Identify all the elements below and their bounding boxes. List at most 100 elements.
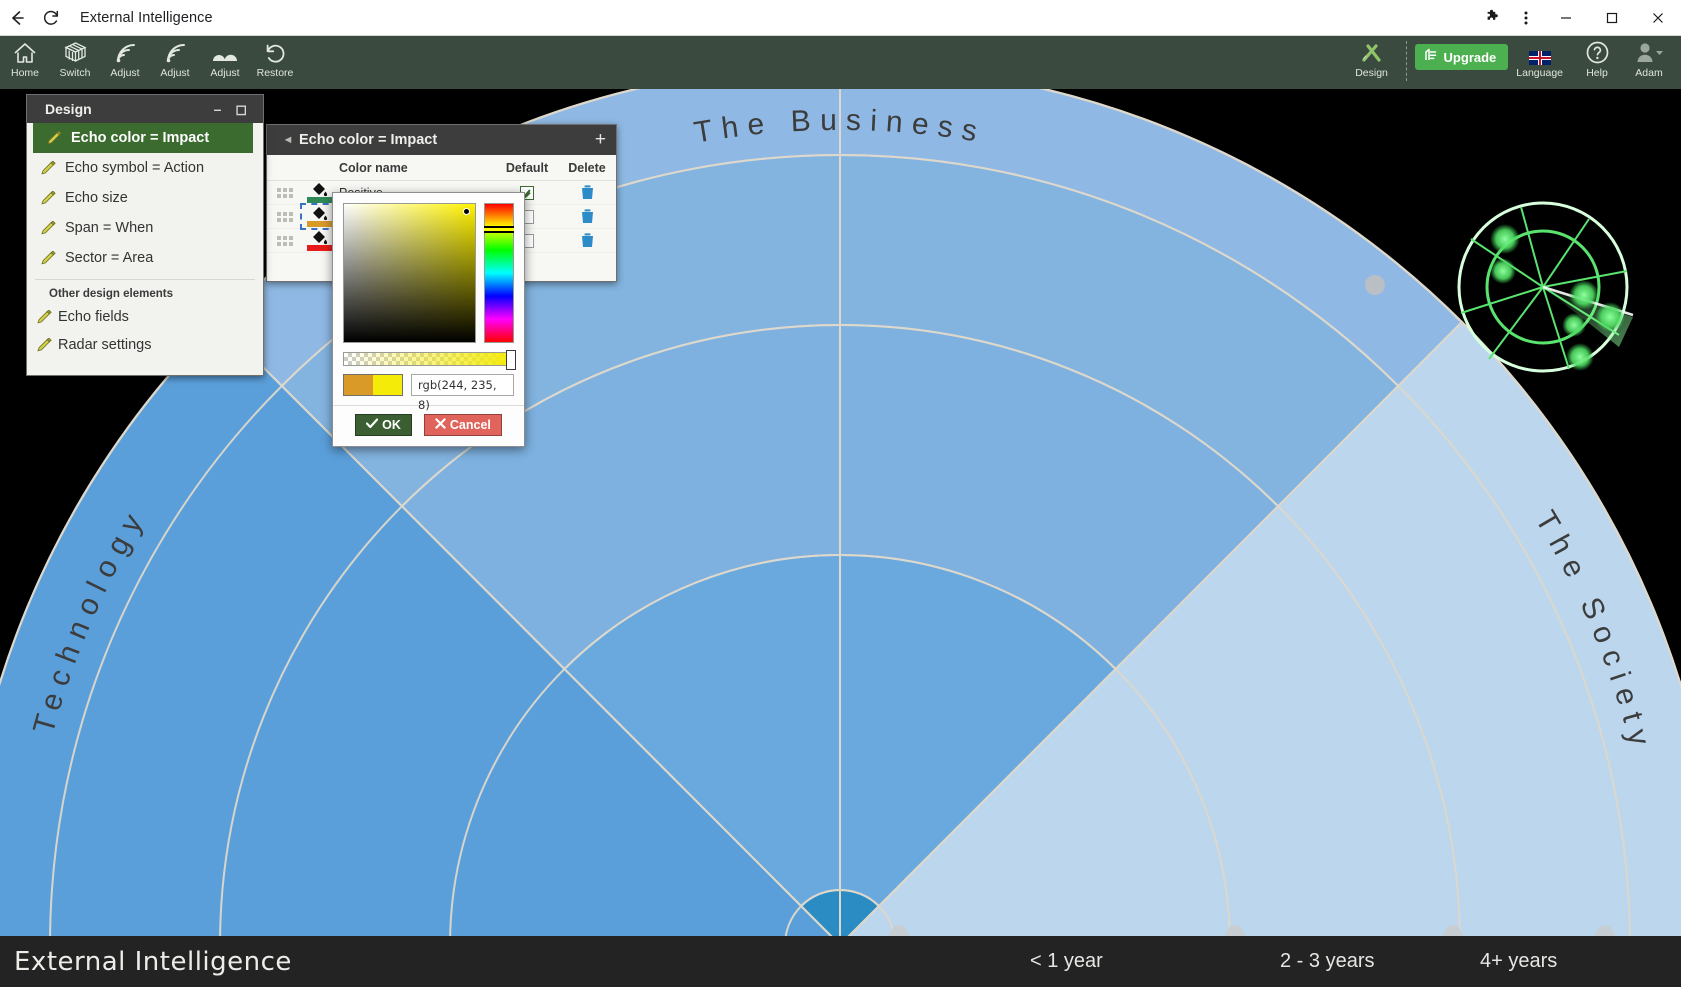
drag-handle-icon[interactable] <box>267 187 303 198</box>
design-item-label: Span = When <box>65 220 154 236</box>
trash-icon[interactable] <box>558 233 616 248</box>
toolbar-label: Adjust <box>210 67 240 79</box>
rgb-value-input[interactable]: rgb(244, 235, 8) <box>411 374 514 412</box>
sector-handle[interactable] <box>1365 275 1385 295</box>
toolbar-item-adjust-1[interactable]: Adjust <box>100 38 150 79</box>
reload-icon[interactable] <box>34 0 68 36</box>
chevron-left-icon[interactable]: ◄ <box>277 134 299 146</box>
toolbar-item-switch[interactable]: Switch <box>50 38 100 79</box>
uk-flag-icon <box>1528 38 1551 65</box>
maximize-icon[interactable] <box>1589 0 1635 36</box>
app-toolbar: Home Switch Adjust Adjust Adjust Restore <box>0 36 1681 89</box>
design-item-echo-color[interactable]: Echo color = Impact <box>33 123 253 153</box>
upgrade-label: Upgrade <box>1443 49 1497 65</box>
cancel-button[interactable]: Cancel <box>423 414 502 436</box>
drag-handle-icon[interactable] <box>267 211 303 222</box>
design-item-label: Sector = Area <box>65 250 154 266</box>
design-item-label: Echo size <box>65 190 128 206</box>
trash-icon[interactable] <box>558 185 616 200</box>
toolbar-label: Adjust <box>160 67 190 79</box>
plus-icon[interactable]: + <box>595 129 606 151</box>
previous-color-swatch[interactable] <box>344 375 373 395</box>
toolbar-item-account[interactable]: Adam <box>1623 38 1675 79</box>
ok-label: OK <box>382 418 401 432</box>
puzzle-icon[interactable] <box>1475 0 1509 36</box>
echo-table-header: Color name Default Delete <box>267 155 616 181</box>
radar-minimap-icon[interactable] <box>1443 197 1643 377</box>
toolbar-label: Design <box>1355 67 1388 79</box>
design-item-echo-symbol[interactable]: Echo symbol = Action <box>27 153 263 183</box>
design-item-echo-fields[interactable]: Echo fields <box>27 303 263 331</box>
color-preview <box>343 374 403 396</box>
pencil-icon <box>47 130 63 145</box>
alpha-slider-handle[interactable] <box>506 350 516 370</box>
window-title: External Intelligence <box>80 9 213 26</box>
bottom-status-bar: External Intelligence < 1 year 2 - 3 yea… <box>0 936 1681 987</box>
span-label-4-plus-years: 4+ years <box>1480 950 1558 972</box>
kebab-menu-icon[interactable] <box>1509 0 1543 36</box>
toolbar-label: Language <box>1516 67 1563 79</box>
sv-selector-handle[interactable] <box>463 208 471 215</box>
toolbar-item-home[interactable]: Home <box>0 38 50 79</box>
ok-button[interactable]: OK <box>355 414 412 436</box>
design-item-radar-settings[interactable]: Radar settings <box>27 331 263 359</box>
signal-icon <box>163 38 187 65</box>
toolbar-label: Switch <box>59 67 91 79</box>
pencil-icon <box>37 337 53 352</box>
paint-bucket-icon <box>313 183 328 197</box>
back-arrow-icon[interactable] <box>0 0 34 36</box>
design-item-span[interactable]: Span = When <box>27 213 263 243</box>
minimize-icon[interactable] <box>1543 0 1589 36</box>
cube-icon <box>62 38 89 65</box>
toolbar-item-adjust-2[interactable]: Adjust <box>150 38 200 79</box>
design-item-label: Echo fields <box>58 309 129 325</box>
toolbar-label: Restore <box>256 67 294 79</box>
pencil-icon <box>41 250 57 265</box>
toolbar-item-language[interactable]: Language <box>1508 38 1571 79</box>
saturation-value-area[interactable] <box>343 203 477 343</box>
row-color <box>307 245 333 251</box>
other-design-elements-heading: Other design elements <box>35 279 255 303</box>
pencil-icon <box>41 220 57 235</box>
upgrade-icon <box>1423 48 1438 66</box>
design-panel[interactable]: Design – ◻ Echo color = Impact Echo symb… <box>26 94 264 376</box>
column-color-name: Color name <box>339 160 408 175</box>
paint-bucket-icon <box>313 231 328 245</box>
toolbar-item-help[interactable]: Help <box>1571 38 1623 79</box>
home-icon <box>12 38 38 65</box>
span-label-under-1-year: < 1 year <box>1030 950 1103 972</box>
toolbar-divider <box>1405 41 1407 81</box>
upgrade-button[interactable]: Upgrade <box>1414 44 1509 70</box>
toolbar-label: Home <box>10 67 39 79</box>
close-icon[interactable] <box>1635 0 1681 36</box>
hue-slider-handle[interactable] <box>484 226 514 233</box>
check-icon <box>366 418 379 432</box>
hue-slider[interactable] <box>484 203 514 343</box>
undo-icon <box>263 38 287 65</box>
toolbar-label: Adjust <box>110 67 140 79</box>
design-item-sector[interactable]: Sector = Area <box>27 243 263 273</box>
new-color-swatch <box>373 375 402 395</box>
radar-title: External Intelligence <box>14 946 292 977</box>
echo-panel-title: Echo color = Impact <box>299 132 438 148</box>
toolbar-item-design[interactable]: Design <box>1346 38 1398 79</box>
column-default: Default <box>505 160 549 175</box>
toolbar-label: Help <box>1586 67 1608 79</box>
question-circle-icon <box>1585 38 1610 65</box>
minimize-icon[interactable]: – <box>214 101 222 118</box>
maximize-icon[interactable]: ◻ <box>235 101 247 118</box>
user-avatar-icon <box>1633 38 1665 65</box>
gauge-icon <box>211 38 239 65</box>
cancel-label: Cancel <box>449 418 491 432</box>
pencil-icon <box>37 309 53 324</box>
color-picker-dialog[interactable]: rgb(244, 235, 8) OK Cancel <box>332 192 525 447</box>
design-item-echo-size[interactable]: Echo size <box>27 183 263 213</box>
toolbar-item-restore[interactable]: Restore <box>250 38 300 79</box>
drag-handle-icon[interactable] <box>267 235 303 246</box>
trash-icon[interactable] <box>558 209 616 224</box>
alpha-slider[interactable] <box>343 350 516 370</box>
design-panel-header: Design – ◻ <box>27 95 263 123</box>
design-icon <box>1359 38 1385 65</box>
row-color <box>307 197 333 203</box>
toolbar-item-adjust-3[interactable]: Adjust <box>200 38 250 79</box>
